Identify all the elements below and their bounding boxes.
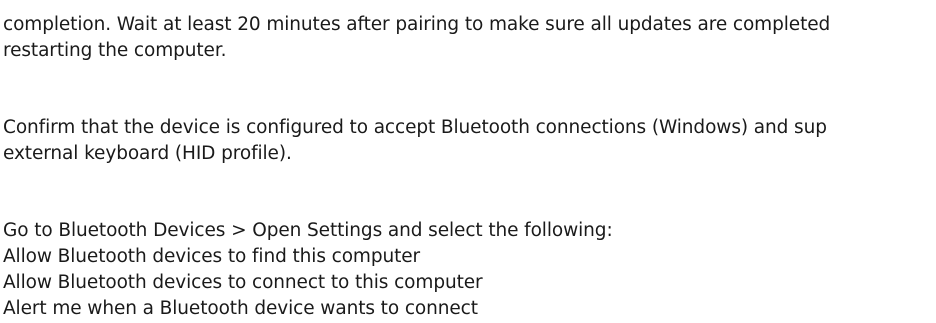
paragraph-2-line-2: external keyboard (HID profile). xyxy=(3,143,292,164)
document-body: completion. Wait at least 20 minutes aft… xyxy=(3,0,936,322)
paragraph-2-line-1: Confirm that the device is configured to… xyxy=(3,117,827,138)
paragraph-3-line-1: Go to Bluetooth Devices > Open Settings … xyxy=(3,220,613,241)
setting-allow-connect: Allow Bluetooth devices to connect to th… xyxy=(3,272,483,293)
paragraph-1-line-2: restarting the computer. xyxy=(3,40,227,61)
cropped-top-line xyxy=(3,0,936,12)
paragraph-1-line-1: completion. Wait at least 20 minutes aft… xyxy=(3,14,831,35)
setting-allow-find: Allow Bluetooth devices to find this com… xyxy=(3,246,421,267)
setting-alert-connect: Alert me when a Bluetooth device wants t… xyxy=(3,298,478,319)
